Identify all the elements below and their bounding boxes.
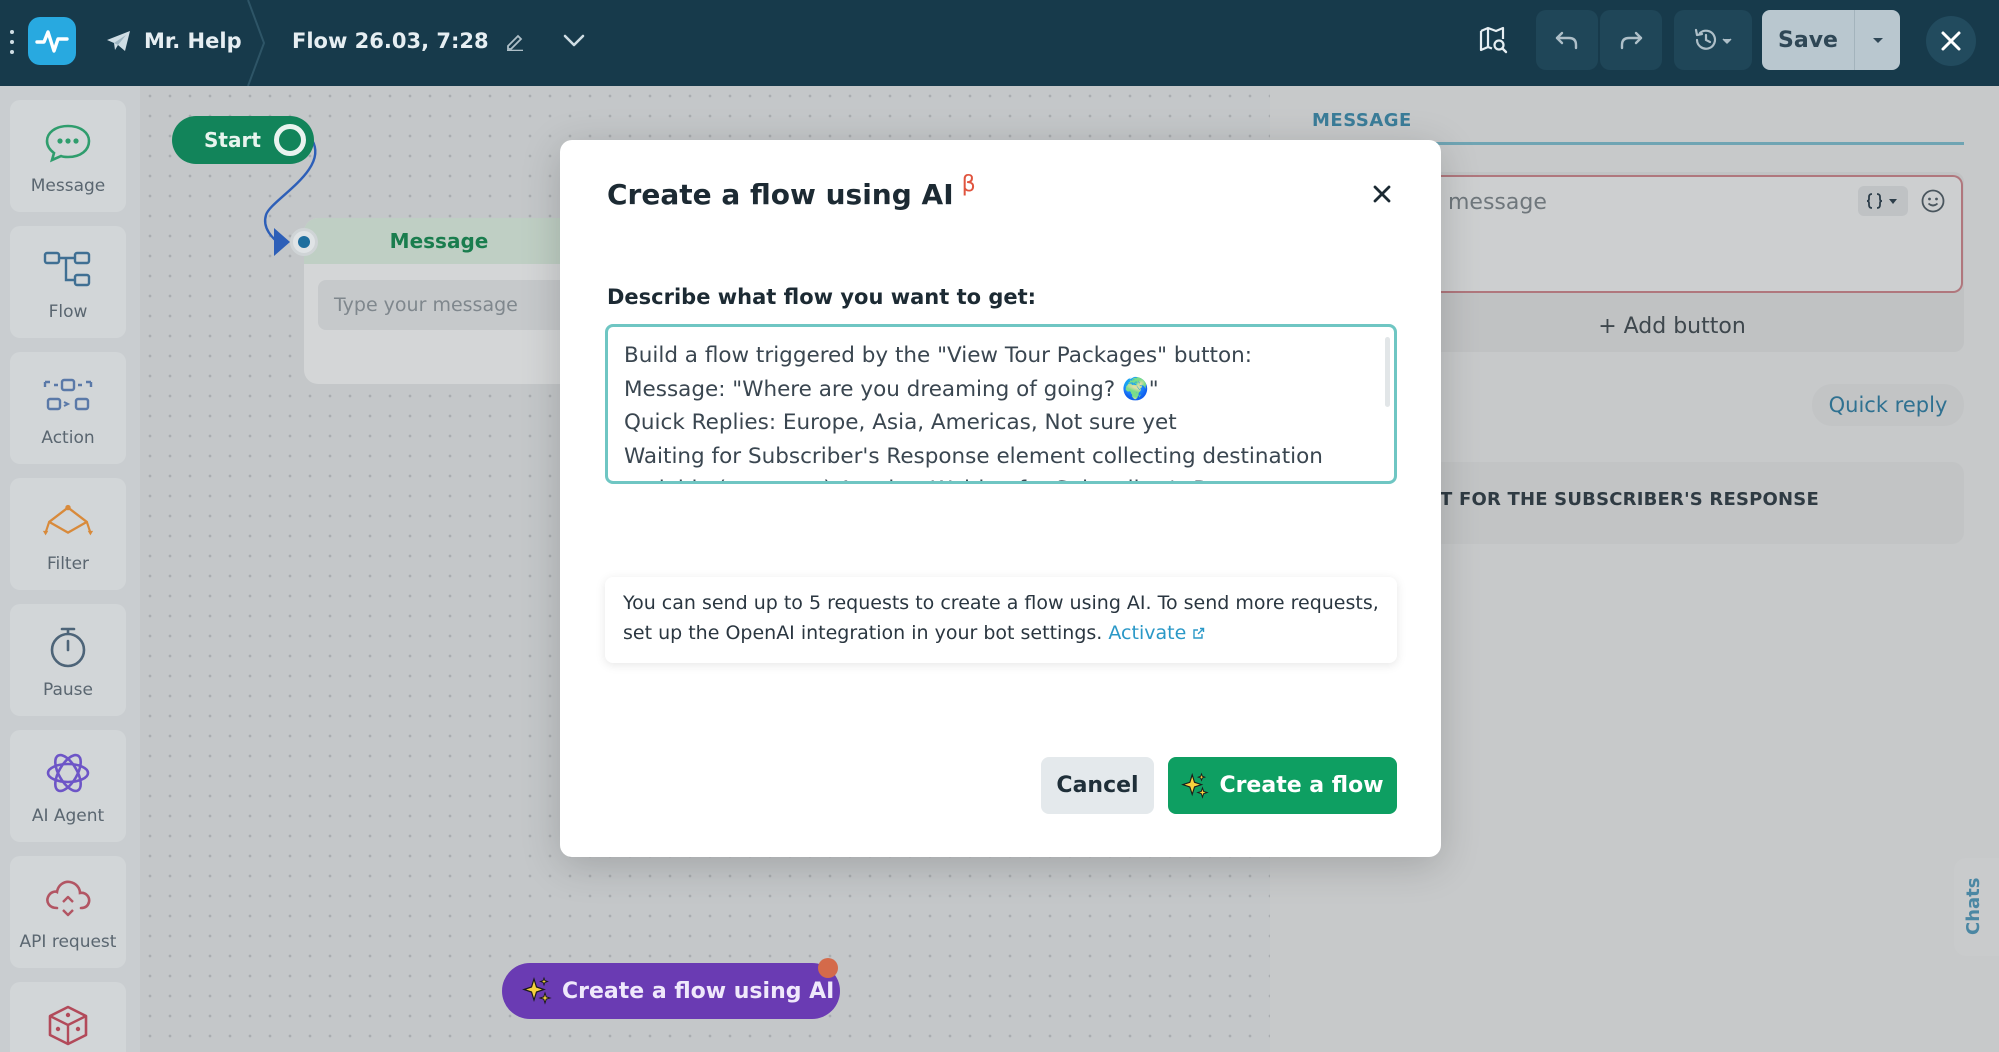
sidebar-item-action[interactable]: Action	[10, 352, 126, 464]
add-button-link[interactable]: + Add button	[1380, 300, 1964, 352]
redo-button[interactable]	[1600, 10, 1662, 70]
sidebar-item-label: Pause	[43, 680, 93, 700]
emoji-icon[interactable]	[1920, 188, 1946, 214]
cancel-button[interactable]: Cancel	[1041, 757, 1154, 814]
map-search-icon	[1479, 26, 1508, 54]
dialog-title-text: Create a flow using AI	[607, 178, 954, 211]
message-node-input[interactable]: Type your message	[318, 280, 574, 330]
create-flow-ai-dialog: Create a flow using AI β Describe what f…	[560, 140, 1441, 857]
sidebar-item-label: Flow	[48, 302, 88, 322]
save-button-group: Save	[1762, 10, 1900, 70]
create-flow-ai-label: Create a flow using AI	[562, 978, 835, 1004]
preview-map-button[interactable]	[1470, 10, 1516, 70]
create-flow-ai-button[interactable]: Create a flow using AI	[502, 963, 840, 1019]
api-cloud-icon	[42, 876, 94, 922]
prompt-label: Describe what flow you want to get:	[607, 285, 1037, 309]
activate-link[interactable]: Activate	[1108, 622, 1205, 644]
start-output-port[interactable]	[274, 124, 306, 156]
message-placeholder: message	[1448, 190, 1547, 215]
history-button[interactable]	[1674, 10, 1752, 70]
sparkle-icon	[522, 976, 552, 1005]
ai-agent-icon	[42, 750, 94, 796]
sidebar-item-random[interactable]	[10, 982, 126, 1052]
save-button[interactable]: Save	[1762, 10, 1854, 70]
dialog-title: Create a flow using AI β	[607, 172, 976, 211]
dice-icon	[42, 1002, 94, 1048]
sparkle-icon	[1181, 772, 1210, 799]
start-node[interactable]: Start	[172, 116, 314, 164]
message-node-title: Message	[304, 218, 574, 264]
variable-braces-icon	[1866, 193, 1897, 209]
sidebar-item-label: API request	[19, 932, 117, 952]
close-editor-button[interactable]	[1926, 16, 1976, 66]
ai-limit-text: You can send up to 5 requests to create …	[623, 592, 1379, 644]
chats-tab-label: Chats	[1963, 877, 1984, 936]
sidebar-item-api-request[interactable]: API request	[10, 856, 126, 968]
tab-message[interactable]: MESSAGE	[1312, 110, 1412, 131]
sidebar-item-label: Filter	[46, 554, 90, 574]
action-icon	[42, 372, 94, 418]
message-input-port[interactable]	[290, 228, 318, 256]
prompt-text: Build a flow triggered by the "View Tour…	[624, 343, 1323, 481]
notification-dot	[818, 958, 838, 978]
insert-variable-button[interactable]	[1858, 186, 1908, 216]
close-icon	[1941, 31, 1961, 51]
edit-pencil-icon[interactable]	[505, 31, 525, 51]
filter-icon	[42, 498, 94, 544]
start-node-label: Start	[204, 128, 261, 152]
chevron-down-icon[interactable]	[563, 34, 585, 48]
create-flow-label: Create a flow	[1219, 773, 1384, 798]
sidebar-item-label: AI Agent	[31, 806, 105, 826]
sidebar-item-filter[interactable]: Filter	[10, 478, 126, 590]
redo-icon	[1620, 31, 1643, 50]
beta-badge: β	[961, 172, 976, 197]
external-link-icon	[1193, 627, 1205, 639]
waiting-response-label: T FOR THE SUBSCRIBER'S RESPONSE	[1440, 489, 1819, 510]
message-node[interactable]: Message Type your message	[304, 218, 574, 384]
history-icon	[1694, 28, 1732, 50]
create-flow-button[interactable]: Create a flow	[1168, 757, 1397, 814]
quick-reply-button[interactable]: Quick reply	[1812, 384, 1964, 426]
undo-button[interactable]	[1536, 10, 1598, 70]
close-icon	[1373, 185, 1391, 203]
dialog-close-button[interactable]	[1366, 178, 1398, 210]
caret-down-icon	[1872, 38, 1883, 43]
sidebar-item-label: Action	[41, 428, 95, 448]
prompt-textarea[interactable]: Build a flow triggered by the "View Tour…	[605, 324, 1397, 484]
save-options-button[interactable]	[1854, 10, 1900, 70]
ai-limit-notice: You can send up to 5 requests to create …	[605, 577, 1397, 663]
prompt-scrollbar[interactable]	[1385, 337, 1390, 407]
undo-icon	[1555, 31, 1578, 50]
stopwatch-icon	[42, 624, 94, 670]
sidebar-item-ai-agent[interactable]: AI Agent	[10, 730, 126, 842]
sidebar-item-pause[interactable]: Pause	[10, 604, 126, 716]
